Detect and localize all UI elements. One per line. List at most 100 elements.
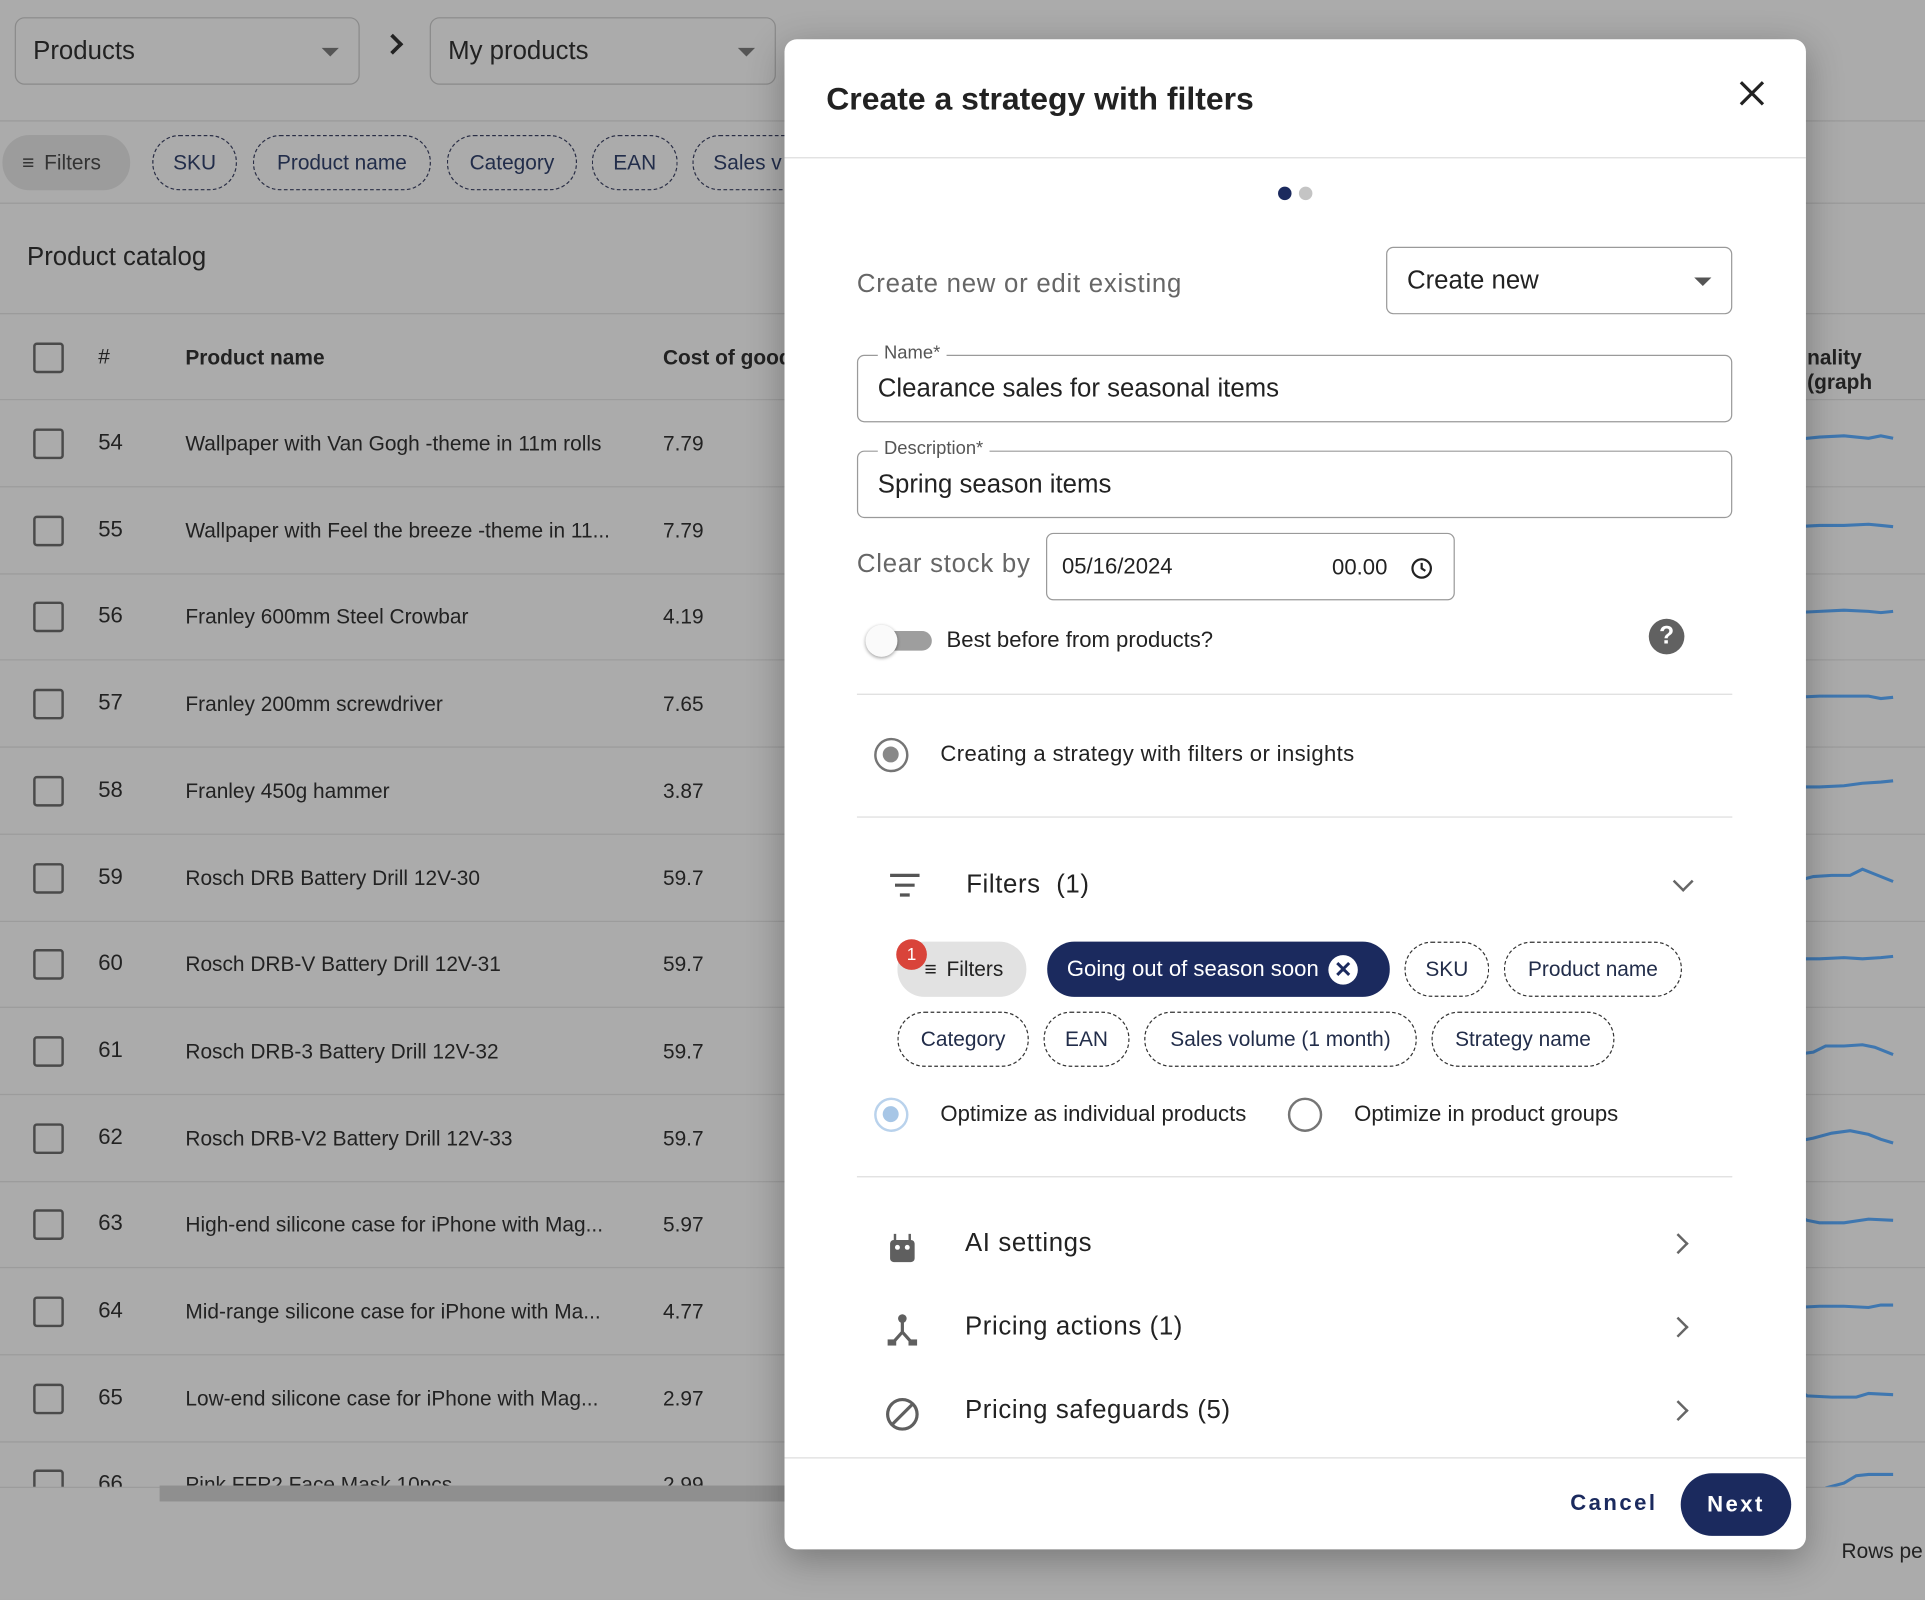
row-checkbox[interactable] <box>33 1383 64 1414</box>
date-value: 05/16/2024 <box>1061 553 1173 579</box>
breadcrumb-chevron-icon <box>382 33 404 55</box>
dropdown-caret-icon <box>321 47 339 57</box>
row-checkbox[interactable] <box>33 1036 64 1067</box>
filter-icon <box>890 873 920 897</box>
row-product-name: Rosch DRB Battery Drill 12V-30 <box>185 866 481 890</box>
row-checkbox[interactable] <box>33 862 64 894</box>
category-select[interactable]: Products <box>14 17 360 85</box>
row-checkbox[interactable] <box>33 1122 64 1154</box>
rows-per-page-label: Rows pe <box>1841 1539 1923 1563</box>
column-seasonality[interactable]: nality (graph <box>1807 346 1925 395</box>
modal-chip-ean[interactable]: EAN <box>1043 1011 1130 1067</box>
row-checkbox[interactable] <box>33 1296 64 1328</box>
horizontal-scrollbar[interactable] <box>159 1485 785 1502</box>
row-num: 65 <box>98 1384 123 1410</box>
mode-value: Create new <box>1406 265 1539 295</box>
dropdown-caret-icon <box>1694 277 1712 287</box>
optimize-individual-radio[interactable] <box>874 1097 909 1132</box>
seasonality-sparkline <box>1794 522 1894 528</box>
modal-chip-sku[interactable]: SKU <box>1404 941 1490 997</box>
row-checkbox[interactable] <box>33 1470 64 1488</box>
optimize-groups-label: Optimize in product groups <box>1354 1101 1619 1126</box>
row-checkbox[interactable] <box>33 515 64 546</box>
block-icon <box>886 1397 919 1431</box>
description-field[interactable]: Description* Spring season items <box>856 438 1733 519</box>
modal-chip-strategy-name[interactable]: Strategy name <box>1431 1011 1615 1067</box>
view-select[interactable]: My products <box>429 17 776 85</box>
select-all-checkbox[interactable] <box>33 342 64 374</box>
name-label: Name* <box>877 342 947 364</box>
next-button[interactable]: Next <box>1680 1473 1792 1536</box>
row-product-name: Mid-range silicone case for iPhone with … <box>185 1300 601 1324</box>
dialog-title: Create a strategy with filters <box>826 79 1254 117</box>
remove-filter-icon[interactable]: ✕ <box>1328 954 1359 985</box>
optimize-individual-label: Optimize as individual products <box>940 1101 1247 1126</box>
row-product-name: Franley 600mm Steel Crowbar <box>185 605 469 630</box>
chip-ean[interactable]: EAN <box>591 135 678 191</box>
row-checkbox[interactable] <box>33 602 64 633</box>
seasonality-sparkline <box>1794 694 1894 701</box>
row-num: 62 <box>98 1124 123 1149</box>
row-product-name: Wallpaper with Feel the breeze -theme in… <box>185 518 610 543</box>
clear-stock-datetime[interactable]: 05/16/2024 00.00 <box>1046 532 1455 601</box>
modal-chip-product-name[interactable]: Product name <box>1503 941 1682 997</box>
row-num: 56 <box>98 603 123 628</box>
name-field[interactable]: Name* Clearance sales for seasonal items <box>856 342 1733 423</box>
chevron-down-icon[interactable] <box>1672 871 1694 892</box>
row-checkbox[interactable] <box>33 688 64 720</box>
row-num: 61 <box>98 1037 123 1062</box>
row-product-name: Rosch DRB-3 Battery Drill 12V-32 <box>185 1039 499 1064</box>
active-filter-chip[interactable]: Going out of season soon ✕ <box>1047 941 1390 997</box>
row-checkbox[interactable] <box>33 1209 64 1241</box>
row-product-name: High-end silicone case for iPhone with M… <box>185 1213 604 1237</box>
strategy-type-radio[interactable] <box>874 737 909 773</box>
row-num: 54 <box>98 429 123 455</box>
row-product-name: Low-end silicone case for iPhone with Ma… <box>185 1386 599 1411</box>
chip-category[interactable]: Category <box>446 135 578 191</box>
cancel-button[interactable]: Cancel <box>1570 1490 1657 1516</box>
row-checkbox[interactable] <box>33 428 64 460</box>
chip-product-name[interactable]: Product name <box>252 135 431 191</box>
row-cost: 59.7 <box>662 1039 704 1064</box>
mode-label: Create new or edit existing <box>856 270 1183 299</box>
row-num: 58 <box>98 776 123 802</box>
section-pricing-safeguards[interactable]: Pricing safeguards (5) <box>857 1379 1732 1448</box>
row-cost: 7.65 <box>662 692 704 716</box>
seasonality-sparkline <box>1794 955 1894 961</box>
column-cost[interactable]: Cost of good <box>663 346 792 371</box>
modal-chip-category[interactable]: Category <box>897 1011 1029 1067</box>
seasonality-sparkline <box>1794 434 1894 442</box>
seasonality-sparkline <box>1794 1128 1894 1144</box>
optimize-groups-radio[interactable] <box>1287 1097 1323 1132</box>
help-icon[interactable]: ? <box>1648 618 1685 655</box>
seasonality-sparkline <box>1794 779 1894 789</box>
row-checkbox[interactable] <box>33 775 64 807</box>
robot-icon <box>890 1233 915 1263</box>
seasonality-sparkline <box>1794 609 1894 615</box>
chevron-right-icon <box>1667 1400 1689 1422</box>
clock-icon[interactable] <box>1411 557 1433 579</box>
app: Products My products ≡ Filters SKU Produc… <box>0 0 1925 1600</box>
divider <box>856 693 1733 695</box>
best-before-toggle[interactable] <box>865 624 932 657</box>
seasonality-sparkline <box>1794 1043 1894 1056</box>
row-product-name: Franley 450g hammer <box>185 779 390 803</box>
section-pricing-actions[interactable]: Pricing actions (1) <box>857 1295 1732 1364</box>
filters-button[interactable]: ≡ Filters <box>2 135 131 191</box>
modal-chip-sales-volume[interactable]: Sales volume (1 month) <box>1144 1011 1417 1067</box>
filters-section-title[interactable]: Filters (1) <box>966 870 1089 899</box>
seasonality-sparkline <box>1794 1385 1894 1399</box>
column-product-name[interactable]: Product name <box>185 346 324 371</box>
view-select-value: My products <box>448 36 589 65</box>
row-cost: 59.7 <box>662 866 704 890</box>
description-value: Spring season items <box>877 469 1112 498</box>
section-ai-settings[interactable]: AI settings <box>857 1212 1732 1281</box>
mode-select[interactable]: Create new <box>1386 246 1733 315</box>
step-dot-active <box>1278 186 1292 201</box>
row-checkbox[interactable] <box>33 949 64 980</box>
row-product-name: Franley 200mm screwdriver <box>185 692 443 716</box>
close-icon[interactable] <box>1738 80 1765 107</box>
filters-label: Filters <box>44 150 101 174</box>
chip-sku[interactable]: SKU <box>152 135 237 191</box>
description-label: Description* <box>877 438 990 460</box>
